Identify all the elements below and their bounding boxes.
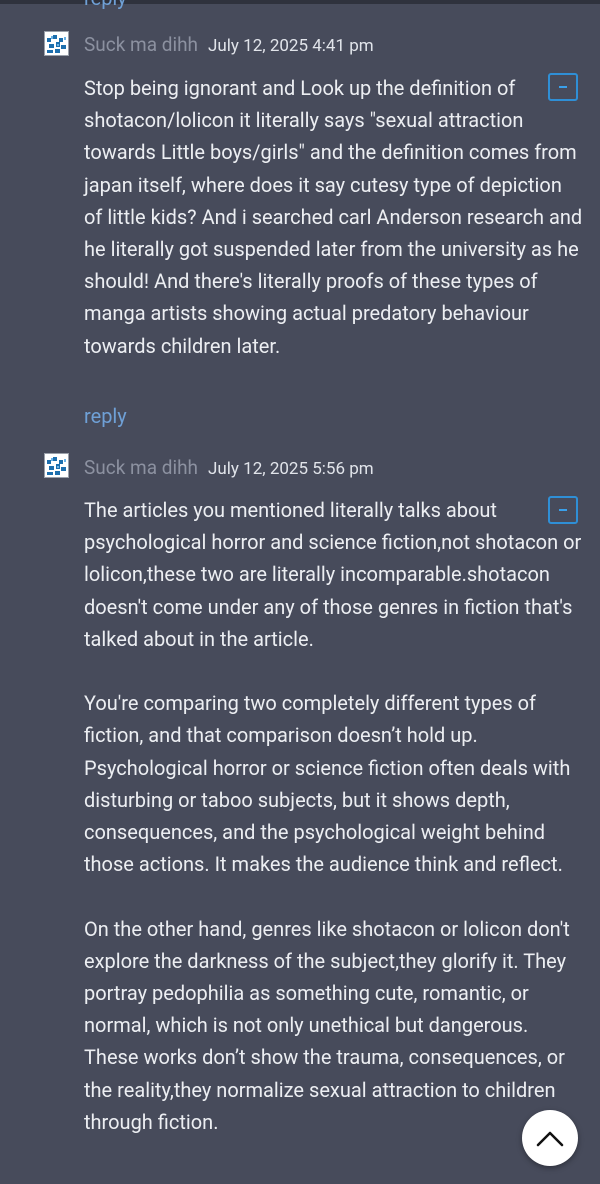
comment-author[interactable]: Suck ma dihh (84, 33, 198, 56)
comment-body: The articles you mentioned literally tal… (84, 494, 584, 1138)
comment-paragraph: On the other hand, genres like shotacon … (84, 916, 570, 1134)
comment-meta: Suck ma dihh July 12, 2025 5:56 pm (84, 456, 374, 481)
comment-paragraph: The articles you mentioned literally tal… (84, 498, 582, 651)
scroll-to-top-button[interactable] (522, 1110, 578, 1166)
comment-paragraph: You're comparing two completely differen… (84, 691, 571, 877)
avatar-identicon-icon (47, 457, 66, 475)
comment-paragraph: Stop being ignorant and Look up the defi… (84, 76, 583, 358)
avatar[interactable] (44, 31, 69, 56)
comment-body: Stop being ignorant and Look up the defi… (84, 72, 584, 362)
avatar[interactable] (44, 453, 69, 478)
previous-reply-link[interactable]: reply (84, 0, 127, 10)
reply-link[interactable]: reply (84, 404, 127, 428)
comment-meta: Suck ma dihh July 12, 2025 4:41 pm (84, 33, 374, 58)
comment-date[interactable]: July 12, 2025 4:41 pm (208, 36, 374, 56)
comment-date[interactable]: July 12, 2025 5:56 pm (208, 459, 374, 479)
chevron-up-icon (536, 1131, 564, 1147)
comment-author[interactable]: Suck ma dihh (84, 456, 198, 479)
avatar-identicon-icon (47, 35, 66, 53)
